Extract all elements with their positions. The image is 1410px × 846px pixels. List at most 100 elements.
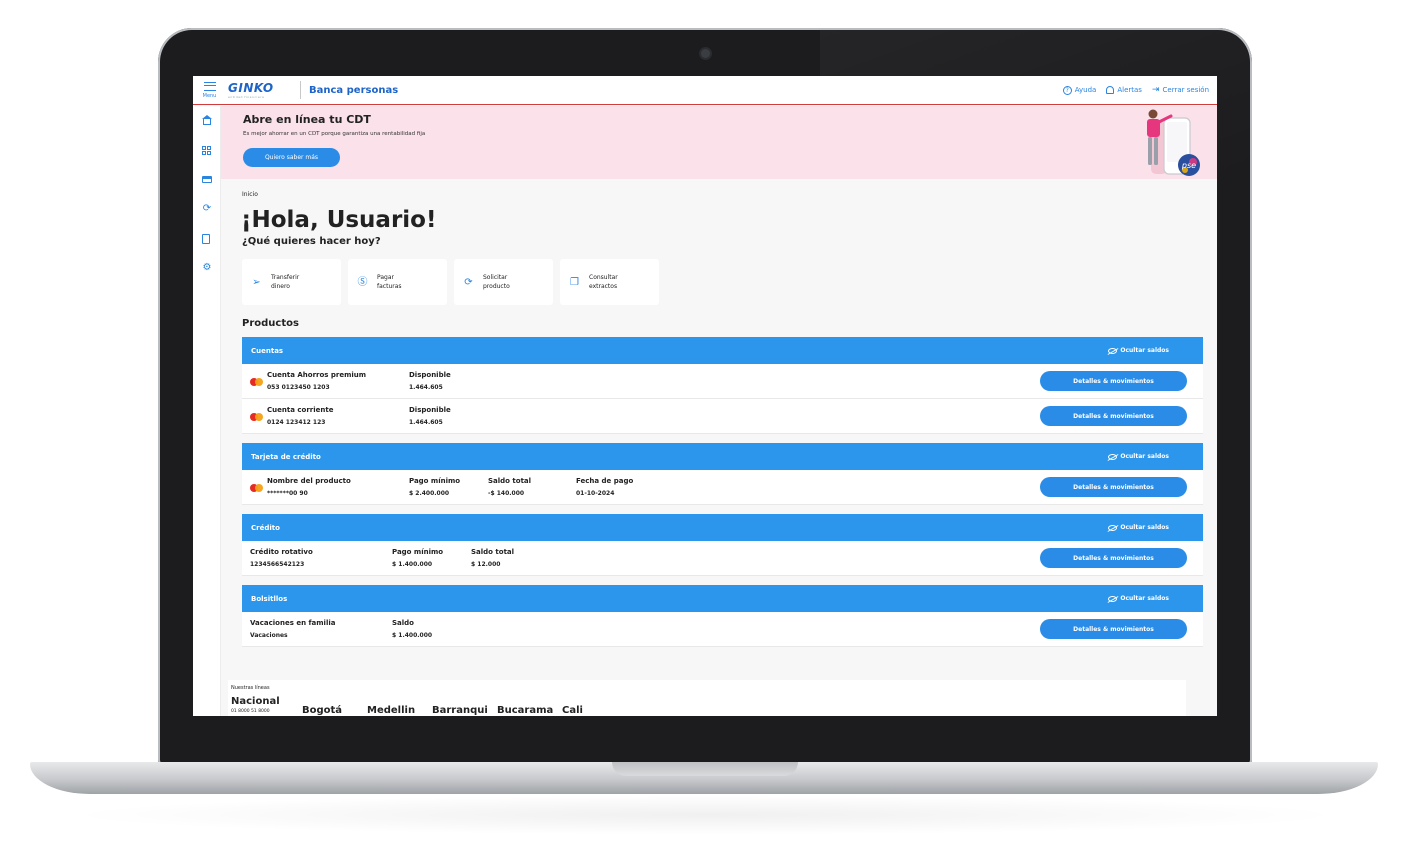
hide-balances-label: Ocultar saldos [1120,347,1169,354]
table-row: Crédito rotativo 1234566542123 Pago míni… [242,541,1203,576]
section-pockets: Bolsitllos Ocultar saldos Vacaciones en … [242,585,1203,647]
help-link[interactable]: ? Ayuda [1062,85,1096,95]
product-name: Crédito rotativo [250,548,313,556]
quick-action-label: Solicitar producto [483,274,510,290]
quick-action-request-product[interactable]: ⟳ Solicitar producto [454,259,553,305]
mastercard-icon [250,484,264,492]
product-cell: Cuenta corriente 0124 123412 123 [267,406,333,426]
quick-action-label: Pagar facturas [377,274,402,290]
product-cell: Vacaciones en familia Vacaciones [250,619,335,639]
alerts-link[interactable]: Alertas [1106,86,1142,94]
balance-cell: Disponible 1.464.605 [409,406,451,426]
product-number: Vacaciones [250,632,288,639]
product-cell: Cuenta Ahorros premium 053 0123450 1203 [267,371,366,391]
footer-city: Bucarama [497,705,554,716]
details-button[interactable]: Detalles & movimientos [1040,548,1187,568]
greeting-question: ¿Qué quieres hacer hoy? [242,236,381,247]
product-number: 0124 123412 123 [267,419,326,426]
minimum-payment-cell: Pago mínimo $ 2.400.000 [409,477,460,497]
product-number: *******00 90 [267,490,308,497]
eye-off-icon [1108,595,1118,602]
banner-title: Abre en línea tu CDT [243,113,371,126]
eye-off-icon [1108,524,1118,531]
hide-balances-label: Ocultar saldos [1120,595,1169,602]
menu-button[interactable]: Menu [193,76,226,104]
settings-gear-icon[interactable]: ⚙ [202,263,212,273]
balance-cell: Saldo $ 1.400.000 [392,619,432,639]
document-icon[interactable] [202,234,212,244]
exchange-icon[interactable]: ⟳ [202,204,212,214]
hide-balances-label: Ocultar saldos [1120,524,1169,531]
banner-subtitle: Es mejor ahorrar en un CDT porque garant… [243,131,426,137]
product-cell: Nombre del producto *******00 90 [267,477,351,497]
balance-value: 1.464.605 [409,384,443,391]
footer-city: Bogotá [302,705,343,716]
product-number: 1234566542123 [250,561,305,568]
table-row: Nombre del producto *******00 90 Pago mí… [242,470,1203,505]
eye-off-icon [1108,347,1118,354]
quick-action-transfer[interactable]: ➢ Transferir dinero [242,259,341,305]
logout-arrow-icon: ⇥ [1151,84,1160,95]
logo-wordmark: GINKO [228,81,274,95]
total-balance-cell: Saldo total -$ 140.000 [488,477,531,497]
quick-action-statements[interactable]: ❐ Consultar extractos [560,259,659,305]
side-navigation: ⟳ ⚙ [193,106,221,716]
section-credit-card: Tarjeta de crédito Ocultar saldos Nombre… [242,443,1203,505]
section-title: Tarjeta de crédito [251,452,321,461]
eye-off-icon [1108,453,1118,460]
home-icon[interactable] [202,115,212,125]
details-button[interactable]: Detalles & movimientos [1040,619,1187,639]
payment-date-label: Fecha de pago [576,477,634,485]
hide-balances-toggle[interactable]: Ocultar saldos [1108,453,1169,460]
hide-balances-toggle[interactable]: Ocultar saldos [1108,595,1169,602]
balance-label: Disponible [409,406,451,414]
details-button[interactable]: Detalles & movimientos [1040,371,1187,391]
hide-balances-toggle[interactable]: Ocultar saldos [1108,347,1169,354]
promo-illustration: pse [1147,109,1200,176]
product-name: Cuenta corriente [267,406,334,414]
hide-balances-label: Ocultar saldos [1120,453,1169,460]
section-header: Tarjeta de crédito Ocultar saldos [242,443,1203,470]
section-credit: Crédito Ocultar saldos Crédito rotativo … [242,514,1203,576]
table-row: Cuenta Ahorros premium 053 0123450 1203 … [242,364,1203,399]
breadcrumb[interactable]: Inicio [242,191,258,198]
pse-label: pse [1181,161,1196,170]
details-button[interactable]: Detalles & movimientos [1040,406,1187,426]
product-cell: Crédito rotativo 1234566542123 [250,548,313,568]
details-button[interactable]: Detalles & movimientos [1040,477,1187,497]
contact-lines-footer: Nuestras líneas Nacional 01 8000 51 8000… [228,680,1186,716]
cdt-promo-banner: Abre en línea tu CDT Es mejor ahorrar en… [221,106,1217,179]
laptop-mockup: Menu GINKO entidad financiera Banca pers… [0,0,1410,846]
table-row: Cuenta corriente 0124 123412 123 Disponi… [242,399,1203,434]
minimum-payment-value: $ 1.400.000 [392,561,433,568]
refresh-icon: ⟳ [464,276,473,288]
footer-city: Barranqui [432,705,488,716]
webcam [701,49,710,58]
balance-value: $ 1.400.000 [392,632,433,639]
hide-balances-toggle[interactable]: Ocultar saldos [1108,524,1169,531]
learn-more-button[interactable]: Quiero saber más [243,148,340,167]
minimum-payment-value: $ 2.400.000 [409,490,450,497]
quick-action-pay-bills[interactable]: Ⓢ Pagar facturas [348,259,447,305]
ginko-logo[interactable]: GINKO entidad financiera [228,80,298,100]
footer-national-number[interactable]: 01 8000 51 8000 [231,709,270,714]
header-divider [300,81,301,99]
section-header: Cuentas Ocultar saldos [242,337,1203,364]
credit-card-icon[interactable] [202,174,212,184]
total-balance-label: Saldo total [488,477,532,485]
section-title: Cuentas [251,346,284,355]
copy-document-icon: ❐ [570,276,579,288]
logout-link[interactable]: ⇥ Cerrar sesión [1151,84,1209,95]
balance-value: 1.464.605 [409,419,443,426]
total-balance-cell: Saldo total $ 12.000 [471,548,514,568]
quick-action-label: Consultar extractos [589,274,618,290]
product-name: Cuenta Ahorros premium [267,371,367,379]
alerts-label: Alertas [1117,86,1142,94]
product-name: Nombre del producto [267,477,351,485]
section-header: Bolsitllos Ocultar saldos [242,585,1203,612]
mastercard-icon [250,413,264,421]
mastercard-icon [250,378,264,386]
dashboard-grid-icon[interactable] [202,146,212,156]
top-bar: Menu GINKO entidad financiera Banca pers… [193,76,1217,105]
section-title: Bolsitllos [251,594,288,603]
